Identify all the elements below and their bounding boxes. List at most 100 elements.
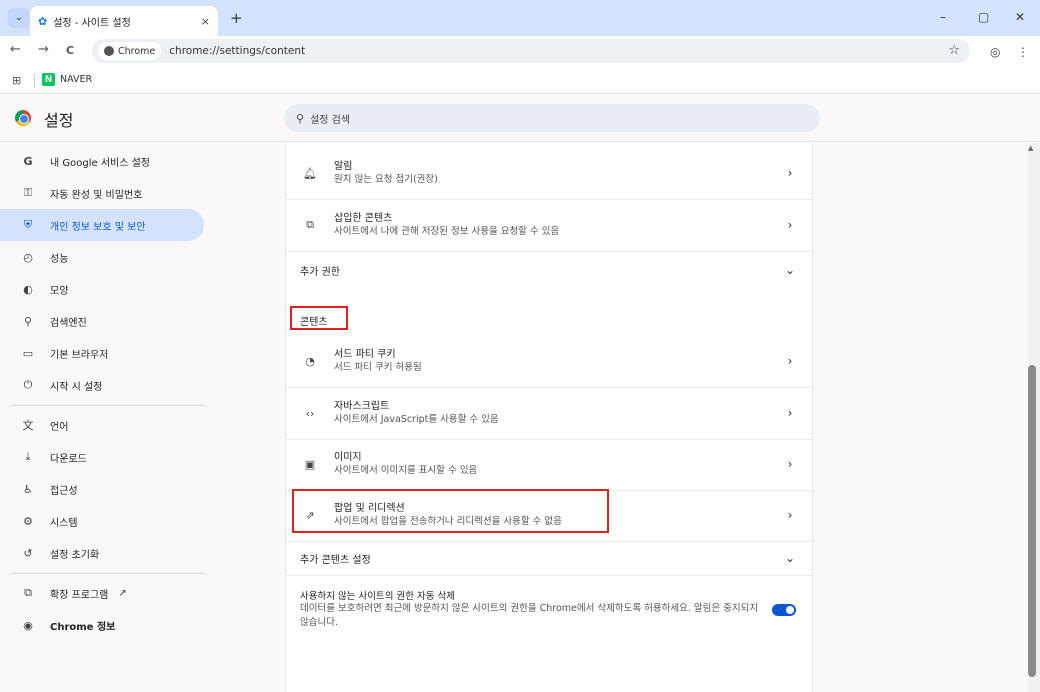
row-subtitle: 사이트에서 나에 관해 저장된 정보 사용을 요청할 수 있음 <box>334 226 560 237</box>
sidebar-item-google-services[interactable]: G 내 Google 서비스 설정 <box>0 145 204 177</box>
sidebar-item-label: Chrome 정보 <box>50 621 116 633</box>
additional-permissions-row[interactable]: 추가 권한 ⌄ <box>286 255 814 285</box>
power-icon: ⏻ <box>23 378 33 391</box>
sidebar-item-default-browser[interactable]: ▭ 기본 브라우저 <box>0 337 204 369</box>
row-title: 알림 <box>334 161 353 172</box>
key-icon: ⚿ <box>23 186 33 199</box>
sidebar-item-privacy[interactable]: ⛨ 개인 정보 보호 및 보안 <box>0 209 204 241</box>
bell-icon: 🔔︎ <box>303 166 317 180</box>
tab-strip: ⌄ ✿ 설정 - 사이트 설정 × + – ▢ ✕ <box>0 0 1040 36</box>
bookmark-label: NAVER <box>60 74 93 85</box>
sidebar-item-label: 언어 <box>50 421 69 433</box>
section-label: 추가 권한 <box>300 266 340 278</box>
chevron-right-icon: › <box>787 508 793 522</box>
google-icon: G <box>23 154 33 168</box>
gear-icon: ✿ <box>38 14 48 28</box>
tab-search-button[interactable]: ⌄ <box>8 8 30 28</box>
additional-content-settings-row[interactable]: 추가 콘텐츠 설정 ⌄ <box>286 543 814 573</box>
row-title: 자바스크립트 <box>334 401 390 412</box>
maximize-button[interactable]: ▢ <box>978 10 989 24</box>
chip-label: Chrome <box>118 45 156 57</box>
sidebar-item-label: 시작 시 설정 <box>50 381 103 393</box>
auto-delete-description: 데이터를 보호하려면 최근에 방문하지 않은 사이트의 권한을 Chrome에서… <box>300 603 759 628</box>
shield-icon: ⛨ <box>23 218 33 231</box>
translate-icon: 文 <box>22 419 34 432</box>
embedded-content-icon: ⧉ <box>306 218 314 231</box>
sidebar-item-label: 시스템 <box>50 517 78 529</box>
bookmarks-bar: ⊞ N NAVER <box>0 66 1040 94</box>
minimize-button[interactable]: – <box>940 10 946 24</box>
sidebar-divider <box>10 573 206 574</box>
images-row[interactable]: ▣ 이미지 사이트에서 이미지를 표시할 수 있음 › <box>286 444 814 484</box>
sidebar-item-performance[interactable]: ◴ 성능 <box>0 241 204 273</box>
sidebar-item-languages[interactable]: 文 언어 <box>0 409 204 441</box>
settings-header: 설정 ⚲ 설정 검색 <box>0 94 1040 142</box>
sidebar-item-autofill[interactable]: ⚿ 자동 완성 및 비밀번호 <box>0 177 204 209</box>
row-divider <box>286 575 814 576</box>
sidebar-item-label: 확장 프로그램 <box>50 589 109 601</box>
bookmark-star-icon[interactable]: ☆ <box>948 43 960 58</box>
notifications-row[interactable]: 🔔︎ 알림 원치 않는 요청 접기(권장) › <box>286 153 814 193</box>
browser-window-icon: ▭ <box>22 346 34 360</box>
palette-icon: ◐ <box>23 282 33 296</box>
sidebar-item-search-engine[interactable]: ⚲ 검색엔진 <box>0 305 204 337</box>
chevron-right-icon: › <box>787 166 793 180</box>
speedometer-icon: ◴ <box>23 250 33 264</box>
puzzle-icon: ⧉ <box>24 586 32 599</box>
back-button[interactable]: ← <box>10 42 21 57</box>
sidebar-item-label: 내 Google 서비스 설정 <box>50 157 150 169</box>
row-title: 삽입한 콘텐츠 <box>334 213 393 224</box>
tab-settings[interactable]: ✿ 설정 - 사이트 설정 × <box>30 6 218 36</box>
reload-button[interactable]: C <box>66 44 74 57</box>
address-bar[interactable]: Chrome chrome://settings/content ☆ <box>92 39 970 63</box>
profile-icon[interactable]: ◎ <box>990 45 1000 59</box>
sidebar-item-label: 자동 완성 및 비밀번호 <box>50 189 143 201</box>
forward-button[interactable]: → <box>38 42 49 57</box>
bookmarks-divider <box>34 74 35 87</box>
sidebar-item-label: 기본 브라우저 <box>50 349 109 361</box>
site-info-chip[interactable]: Chrome <box>98 42 162 60</box>
auto-delete-title: 사용하지 않는 사이트의 권한 자동 삭제 <box>300 591 455 602</box>
settings-search-input[interactable]: ⚲ 설정 검색 <box>284 104 820 132</box>
code-icon: ‹› <box>305 406 315 420</box>
javascript-row[interactable]: ‹› 자바스크립트 사이트에서 JavaScript를 사용할 수 있음 › <box>286 393 814 433</box>
tab-close-button[interactable]: × <box>201 15 210 28</box>
auto-delete-toggle[interactable] <box>772 604 796 616</box>
sidebar-item-downloads[interactable]: ⤓ 다운로드 <box>0 441 204 473</box>
sidebar-item-label: 검색엔진 <box>50 317 87 329</box>
new-tab-button[interactable]: + <box>230 9 243 27</box>
row-divider <box>286 439 814 440</box>
sidebar-item-about-chrome[interactable]: ◉ Chrome 정보 <box>0 609 204 641</box>
row-title: 서드 파티 쿠키 <box>334 349 396 360</box>
bookmark-naver[interactable]: N NAVER <box>42 73 92 86</box>
chevron-right-icon: › <box>787 354 793 368</box>
wrench-icon: ⚙ <box>23 514 33 528</box>
sidebar-item-appearance[interactable]: ◐ 모양 <box>0 273 204 305</box>
search-icon: ⚲ <box>23 314 33 328</box>
image-icon: ▣ <box>304 457 316 471</box>
url-text: chrome://settings/content <box>169 45 306 57</box>
chevron-right-icon: › <box>787 406 793 420</box>
cookie-icon: ◔ <box>305 354 315 368</box>
sidebar-item-extensions[interactable]: ⧉ 확장 프로그램 ↗ <box>0 577 204 609</box>
download-icon: ⤓ <box>25 450 31 463</box>
scroll-up-arrow-icon[interactable]: ▲ <box>1028 144 1033 152</box>
scrollbar-thumb[interactable] <box>1028 365 1036 677</box>
sidebar-item-system[interactable]: ⚙ 시스템 <box>0 505 204 537</box>
menu-button[interactable]: ⋮ <box>1017 45 1029 59</box>
apps-icon[interactable]: ⊞ <box>12 74 21 87</box>
row-subtitle: 서드 파티 쿠키 허용됨 <box>334 362 422 373</box>
naver-logo-icon: N <box>42 73 55 86</box>
row-title: 이미지 <box>334 452 362 463</box>
search-placeholder: 설정 검색 <box>310 114 351 126</box>
cookies-row[interactable]: ◔ 서드 파티 쿠키 서드 파티 쿠키 허용됨 › <box>286 341 814 381</box>
close-window-button[interactable]: ✕ <box>1015 10 1025 24</box>
embedded-content-row[interactable]: ⧉ 삽입한 콘텐츠 사이트에서 나에 관해 저장된 정보 사용을 요청할 수 있… <box>286 205 814 245</box>
sidebar-item-accessibility[interactable]: ♿ 접근성 <box>0 473 204 505</box>
sidebar-item-label: 접근성 <box>50 485 78 497</box>
highlight-box-content <box>290 306 348 330</box>
sidebar-item-reset[interactable]: ↺ 설정 초기화 <box>0 537 204 569</box>
sidebar-item-on-startup[interactable]: ⏻ 시작 시 설정 <box>0 369 204 401</box>
chrome-logo-icon <box>15 110 31 126</box>
page-title: 설정 <box>44 111 74 130</box>
